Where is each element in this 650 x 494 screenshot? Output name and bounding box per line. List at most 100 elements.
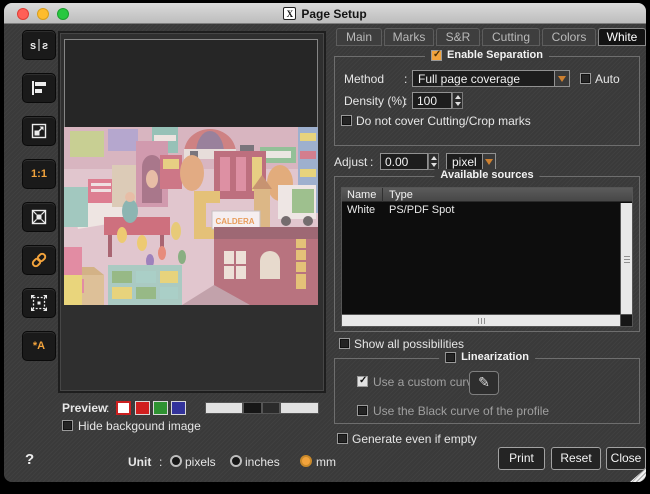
- align-tool-button[interactable]: [22, 73, 56, 103]
- scale-out-icon: [30, 122, 48, 140]
- reset-button[interactable]: Reset: [551, 447, 601, 470]
- unit-inches-label: inches: [245, 455, 280, 469]
- preview-panel[interactable]: CALDERA: [58, 31, 326, 393]
- close-button[interactable]: Close: [606, 447, 646, 470]
- annotation-tool-button[interactable]: *A: [22, 331, 56, 361]
- fit-page-button[interactable]: [22, 202, 56, 232]
- tab-white[interactable]: White: [598, 28, 646, 46]
- edit-curve-button[interactable]: ✎: [469, 371, 499, 395]
- source-type: PS/PDF Spot: [389, 203, 454, 217]
- hide-background-checkbox[interactable]: [62, 420, 73, 431]
- hide-background-label: Hide backgound image: [78, 419, 201, 433]
- method-select[interactable]: Full page coverage: [412, 70, 570, 87]
- unit-radio-mm[interactable]: [300, 455, 312, 467]
- link-icon: [29, 250, 49, 270]
- auto-label: Auto: [595, 72, 620, 86]
- chevron-down-icon[interactable]: [482, 154, 495, 169]
- stepper-up-icon[interactable]: [455, 95, 461, 99]
- preview-chip-green[interactable]: [153, 401, 168, 415]
- svg-text:s: s: [42, 40, 48, 52]
- source-name: White: [347, 203, 375, 217]
- unit-label: Unit: [128, 455, 151, 469]
- custom-curve-label: Use a custom curve: [373, 375, 479, 389]
- tab-cutting[interactable]: Cutting: [482, 28, 540, 46]
- linearization-checkbox[interactable]: [445, 352, 456, 363]
- density-value: 100: [417, 94, 437, 108]
- method-colon: :: [404, 72, 407, 86]
- unit-pixels-label: pixels: [185, 455, 216, 469]
- expand-selection-button[interactable]: [22, 288, 56, 318]
- table-horizontal-scrollbar[interactable]: [342, 314, 620, 326]
- black-curve-label: Use the Black curve of the profile: [373, 404, 549, 418]
- unit-mm-label: mm: [316, 455, 336, 469]
- mirror-icon: s s: [28, 37, 50, 53]
- density-label: Density (%): [344, 94, 406, 108]
- preview-chip-blue[interactable]: [171, 401, 186, 415]
- unit-radio-pixels[interactable]: [170, 455, 182, 467]
- gray-segment-1[interactable]: [205, 402, 243, 414]
- unit-colon: :: [159, 455, 162, 469]
- density-stepper[interactable]: [452, 92, 463, 109]
- tab-marks[interactable]: Marks: [384, 28, 434, 46]
- tab-colors[interactable]: Colors: [542, 28, 596, 46]
- table-vertical-scrollbar[interactable]: [620, 203, 632, 314]
- column-type[interactable]: Type: [389, 188, 413, 202]
- scale-tool-button[interactable]: [22, 116, 56, 146]
- enable-separation-checkbox[interactable]: [431, 50, 442, 61]
- svg-text:s: s: [30, 40, 36, 52]
- scrollbar-grip: [624, 259, 630, 260]
- background-image: CALDERA: [64, 127, 318, 305]
- generate-empty-checkbox[interactable]: [337, 433, 348, 444]
- adjust-input[interactable]: 0.00: [380, 153, 428, 170]
- adjust-colon: :: [370, 155, 373, 169]
- black-curve-checkbox[interactable]: [357, 405, 368, 416]
- adjust-unit-select[interactable]: pixel: [446, 153, 496, 170]
- link-tool-button[interactable]: [22, 245, 56, 275]
- unit-radio-inches[interactable]: [230, 455, 242, 467]
- preview-label: Preview: [62, 401, 107, 415]
- one-to-one-button[interactable]: 1:1: [22, 159, 56, 189]
- custom-curve-checkbox[interactable]: [357, 376, 368, 387]
- titlebar: X Page Setup: [4, 3, 646, 24]
- app-icon: X: [283, 7, 296, 20]
- print-button[interactable]: Print: [498, 447, 545, 470]
- sources-group: Available sources Name Type White PS/PDF…: [334, 176, 640, 332]
- mirror-tool-button[interactable]: s s: [22, 30, 56, 60]
- preview-chip-white[interactable]: [116, 401, 131, 415]
- auto-checkbox[interactable]: [580, 73, 591, 84]
- gray-segment-2[interactable]: [243, 402, 262, 414]
- show-all-checkbox[interactable]: [339, 338, 350, 349]
- adjust-stepper[interactable]: [428, 153, 439, 170]
- scrollbar-grip: [481, 318, 482, 324]
- stepper-up-icon[interactable]: [431, 156, 437, 160]
- help-button[interactable]: ?: [25, 451, 34, 468]
- gray-segment-3[interactable]: [262, 402, 280, 414]
- pencil-icon: ✎: [478, 375, 490, 391]
- method-value: Full page coverage: [413, 71, 554, 86]
- tab-sr[interactable]: S&R: [436, 28, 480, 46]
- adjust-label: Adjust: [334, 155, 367, 169]
- sources-table[interactable]: Name Type White PS/PDF Spot: [341, 187, 633, 327]
- annotation-icon: *A: [33, 340, 45, 352]
- enable-separation-label: Enable Separation: [447, 49, 543, 61]
- one-to-one-icon: 1:1: [31, 168, 47, 180]
- stepper-down-icon[interactable]: [431, 163, 437, 167]
- source-row[interactable]: White PS/PDF Spot: [342, 203, 620, 217]
- fit-page-icon: [30, 208, 48, 226]
- linearization-label: Linearization: [461, 351, 529, 363]
- gray-segment-4[interactable]: [280, 402, 319, 414]
- expand-icon: [30, 294, 48, 312]
- page-setup-window: X Page Setup s s: [4, 3, 646, 482]
- preview-chip-red[interactable]: [135, 401, 150, 415]
- density-input[interactable]: 100: [412, 92, 452, 109]
- no-cover-marks-checkbox[interactable]: [341, 115, 352, 126]
- resize-grip[interactable]: [630, 468, 646, 482]
- column-name[interactable]: Name: [347, 188, 376, 202]
- align-left-icon: [30, 79, 48, 97]
- scrollbar-corner: [620, 314, 632, 326]
- column-divider[interactable]: [382, 188, 383, 202]
- show-all-label: Show all possibilities: [354, 337, 464, 351]
- tab-main[interactable]: Main: [336, 28, 382, 46]
- chevron-down-icon[interactable]: [554, 71, 569, 86]
- stepper-down-icon[interactable]: [455, 102, 461, 106]
